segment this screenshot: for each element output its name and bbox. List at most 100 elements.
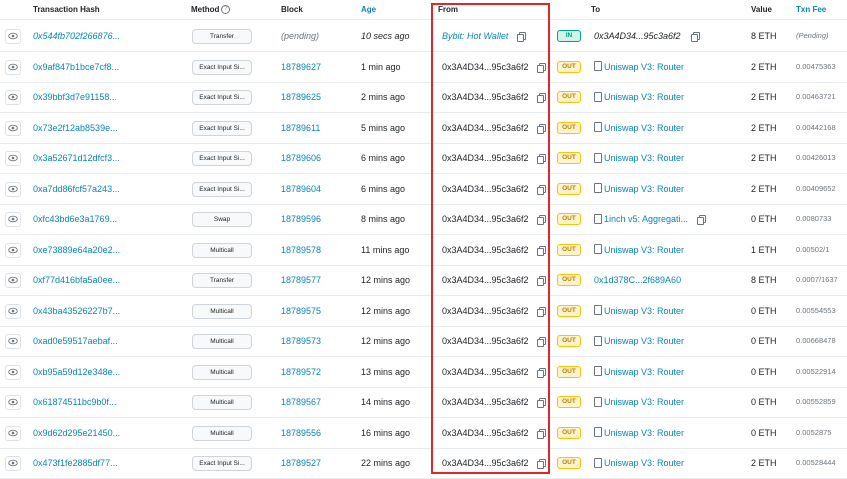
block-link[interactable]: 18789527: [281, 448, 351, 478]
eye-icon[interactable]: [5, 395, 21, 410]
to-address[interactable]: Uniswap V3: Router: [594, 357, 694, 387]
copy-icon[interactable]: [697, 215, 706, 225]
eye-icon[interactable]: [5, 303, 21, 319]
block-link[interactable]: 18789575: [281, 296, 351, 326]
document-icon: [594, 122, 602, 133]
header-age[interactable]: Age: [361, 0, 376, 19]
value-text: 0 ETH: [751, 427, 777, 438]
eye-icon[interactable]: [5, 29, 21, 44]
to-address-label: Uniswap V3: Router: [604, 458, 685, 468]
block-link[interactable]: 18789556: [281, 418, 351, 448]
to-address[interactable]: 1inch v5: Aggregati...: [594, 204, 694, 234]
eye-icon[interactable]: [5, 456, 21, 471]
age-text: 22 mins ago: [361, 458, 411, 468]
age-text: 16 mins ago: [361, 427, 411, 438]
to-address[interactable]: Uniswap V3: Router: [594, 326, 694, 356]
age-text: 1 min ago: [361, 61, 401, 72]
transaction-hash-link[interactable]: 0x544fb702f266876...: [33, 21, 128, 51]
txn-fee-text: 0.00475363: [796, 61, 836, 71]
direction-badge: OUT: [557, 182, 581, 195]
direction-badge: OUT: [557, 365, 581, 378]
block-link[interactable]: 18789577: [281, 265, 351, 295]
document-icon: [594, 61, 602, 72]
value-text: 8 ETH: [751, 31, 777, 41]
header-transaction-hash: Transaction Hash: [33, 5, 100, 14]
table-row: 0x9af847b1bce7cf8... Exact Input Si... 187…: [0, 52, 847, 83]
eye-icon[interactable]: [5, 273, 21, 288]
block-link[interactable]: 18789578: [281, 235, 351, 265]
eye-icon[interactable]: [5, 212, 21, 227]
method-badge: Exact Input Si...: [192, 59, 252, 75]
transaction-hash-link[interactable]: 0x3a52671d12dfcf3...: [33, 143, 128, 173]
eye-icon[interactable]: [5, 151, 21, 166]
block-link[interactable]: 18789572: [281, 357, 351, 387]
age-text: 11 mins ago: [361, 244, 410, 255]
transaction-hash-link[interactable]: 0xb95a59d12e348e...: [33, 357, 128, 387]
header-method: Method?: [191, 0, 231, 19]
direction-badge: OUT: [557, 91, 581, 103]
eye-icon[interactable]: [5, 59, 21, 75]
age-text: 12 mins ago: [361, 275, 411, 285]
table-row: 0x61874511bc9b0f... Multicall 18789567 14 m…: [0, 387, 847, 418]
copy-icon[interactable]: [691, 32, 700, 42]
value-text: 2 ETH: [751, 92, 777, 102]
transaction-hash-link[interactable]: 0x9d62d295e21450...: [33, 418, 128, 448]
method-badge: Multicall: [192, 425, 252, 441]
eye-icon[interactable]: [5, 120, 21, 136]
txn-fee-text: 0.00528444: [796, 458, 836, 467]
document-icon: [594, 335, 602, 346]
to-address[interactable]: Uniswap V3: Router: [594, 52, 694, 82]
block-link: (pending): [281, 31, 320, 41]
document-icon: [594, 427, 602, 438]
to-address[interactable]: Uniswap V3: Router: [594, 113, 694, 143]
transaction-hash-link[interactable]: 0x43ba43526227b7...: [33, 296, 128, 326]
block-link[interactable]: 18789606: [281, 143, 351, 173]
eye-icon[interactable]: [5, 90, 21, 105]
txn-fee-text: 0.00502/1: [796, 244, 830, 254]
transaction-hash-link[interactable]: 0xa7dd86fcf57a243...: [33, 174, 128, 204]
transaction-hash-link[interactable]: 0x73e2f12ab8539e...: [33, 113, 128, 143]
question-icon[interactable]: ?: [221, 5, 231, 15]
transaction-hash-link[interactable]: 0x9af847b1bce7cf8...: [33, 52, 128, 82]
header-txn-fee[interactable]: Txn Fee: [796, 0, 826, 19]
document-icon: [594, 396, 602, 407]
eye-icon[interactable]: [5, 364, 21, 380]
block-link[interactable]: 18789627: [281, 52, 351, 82]
transaction-hash-link[interactable]: 0xad0e59517aebaf...: [33, 326, 128, 356]
eye-icon[interactable]: [5, 425, 21, 441]
transaction-hash-link[interactable]: 0x39bbf3d7e91158...: [33, 82, 128, 112]
document-icon: [594, 244, 602, 255]
txn-fee-text: 0.00522914: [796, 366, 836, 376]
block-link[interactable]: 18789604: [281, 174, 351, 204]
block-link[interactable]: 18789567: [281, 387, 351, 417]
to-address[interactable]: Uniswap V3: Router: [594, 387, 694, 417]
transaction-hash-link[interactable]: 0xe73889e64a20e2...: [33, 235, 128, 265]
block-link[interactable]: 18789611: [281, 113, 351, 143]
to-address[interactable]: 0x1d378C...2f689A60: [594, 265, 694, 295]
transaction-hash-link[interactable]: 0x473f1fe2885df77...: [33, 448, 128, 478]
value-text: 0 ETH: [751, 397, 777, 407]
to-address[interactable]: Uniswap V3: Router: [594, 296, 694, 326]
table-header: Transaction Hash Method? Block Age From …: [0, 0, 847, 20]
eye-icon[interactable]: [5, 334, 21, 349]
to-address[interactable]: Uniswap V3: Router: [594, 143, 694, 173]
to-address[interactable]: Uniswap V3: Router: [594, 235, 694, 265]
method-badge: Exact Input Si...: [192, 456, 252, 471]
direction-badge: OUT: [557, 426, 581, 439]
transaction-hash-link[interactable]: 0x61874511bc9b0f...: [33, 387, 128, 417]
eye-icon[interactable]: [5, 242, 21, 258]
transaction-hash-link[interactable]: 0xfc43bd6e3a1769...: [33, 204, 128, 234]
to-address[interactable]: Uniswap V3: Router: [594, 418, 694, 448]
age-text: 6 mins ago: [361, 153, 406, 163]
method-badge: Multicall: [192, 334, 252, 349]
txn-fee-text: 0.0080733: [796, 214, 832, 223]
block-link[interactable]: 18789625: [281, 82, 351, 112]
transaction-hash-link[interactable]: 0xf77d416bfa5a0ee...: [33, 265, 128, 295]
block-link[interactable]: 18789573: [281, 326, 351, 356]
to-address[interactable]: Uniswap V3: Router: [594, 448, 694, 478]
eye-icon[interactable]: [5, 181, 21, 197]
header-to: To: [591, 5, 601, 14]
to-address[interactable]: Uniswap V3: Router: [594, 82, 694, 112]
to-address[interactable]: Uniswap V3: Router: [594, 174, 694, 204]
block-link[interactable]: 18789596: [281, 204, 351, 234]
